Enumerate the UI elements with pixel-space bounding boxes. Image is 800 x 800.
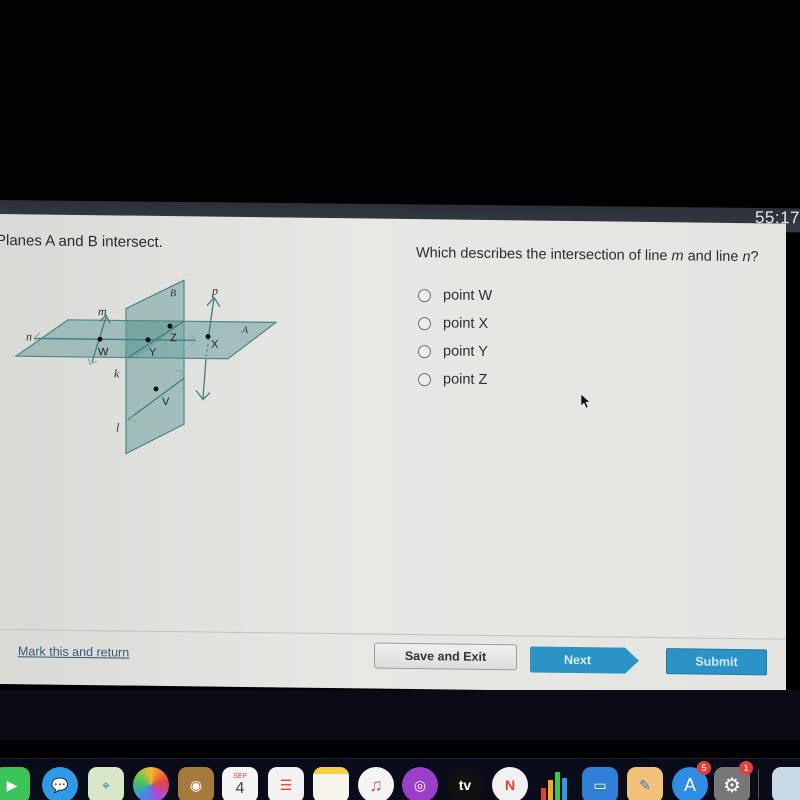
photos-icon[interactable] (133, 767, 169, 800)
bar-chart-icon (541, 772, 567, 800)
messages-icon[interactable]: 💬 (42, 767, 78, 800)
option-label: point X (443, 315, 489, 332)
radio-button[interactable] (418, 316, 431, 330)
mark-and-return-link[interactable]: Mark this and return (18, 644, 129, 659)
answer-options: point W point X point Y point Z (418, 281, 492, 394)
question-prompt: Planes A and B intersect. (0, 232, 163, 252)
question-text: Which describes the intersection of line… (416, 245, 759, 265)
podcasts-icon[interactable]: ◎ (402, 767, 438, 800)
music-icon[interactable]: ♫ (358, 767, 394, 800)
label-p: p (211, 284, 218, 298)
radio-button[interactable] (418, 372, 431, 386)
screen-bezel-top (0, 0, 800, 200)
mouse-cursor-icon (580, 393, 591, 409)
apple-tv-icon[interactable]: tv (447, 767, 483, 800)
question-part: Which describes the intersection of line (416, 245, 672, 265)
facetime-icon[interactable]: ▶ (0, 767, 30, 800)
footer-divider (0, 629, 786, 640)
system-preferences-badge: 1 (739, 761, 753, 775)
label-z: Z (170, 332, 177, 344)
label-v: V (162, 396, 170, 408)
notes-icon[interactable] (313, 767, 349, 800)
submit-button[interactable]: Submit (666, 648, 767, 676)
prompt-text: Planes A and B intersect. (0, 231, 163, 251)
option-point-z[interactable]: point Z (418, 365, 492, 394)
contacts-icon[interactable]: ◉ (178, 767, 214, 800)
keynote-icon[interactable]: ▭ (582, 767, 618, 800)
reminders-icon[interactable]: ☰ (268, 767, 304, 800)
question-part: and line (683, 248, 743, 266)
maps-icon[interactable]: ⌖ (88, 767, 124, 800)
option-label: point Z (443, 371, 488, 388)
dock-separator (758, 769, 759, 799)
macos-dock: ▶ 💬 ⌖ ◉ SEP 4 ☰ ♫ ◎ tv N ▭ ✎ A 5 ⚙ 1 (0, 758, 800, 800)
label-k: k (114, 366, 120, 380)
option-point-w[interactable]: point W (418, 281, 492, 310)
label-w: W (98, 346, 109, 358)
option-point-x[interactable]: point X (418, 309, 492, 338)
tv-label: tv (458, 777, 472, 793)
calendar-icon[interactable]: SEP 4 (222, 767, 258, 800)
screen-bezel-bottom (0, 690, 800, 740)
label-plane-b: B (170, 288, 176, 299)
option-point-y[interactable]: point Y (418, 337, 492, 366)
calendar-day: 4 (235, 779, 245, 797)
news-icon[interactable]: N (492, 767, 528, 800)
label-plane-a: A (241, 325, 249, 336)
radio-button[interactable] (418, 288, 431, 302)
calendar-month: SEP (232, 772, 247, 780)
question-panel: Planes A and B intersect. B A m n k l p … (0, 214, 786, 694)
system-preferences-icon[interactable]: ⚙ 1 (714, 761, 753, 800)
line-n-var: n (742, 249, 751, 266)
app-store-icon[interactable]: A 5 (672, 761, 711, 800)
label-n: n (26, 329, 32, 343)
preview-icon[interactable] (772, 767, 800, 800)
numbers-icon[interactable] (536, 767, 572, 800)
label-l: l (116, 420, 120, 434)
label-m: m (98, 304, 107, 318)
label-x: X (211, 339, 219, 351)
next-button[interactable]: Next (530, 646, 625, 674)
app-store-badge: 5 (697, 761, 711, 775)
option-label: point W (443, 287, 493, 305)
option-label: point Y (443, 343, 488, 360)
plane-b (125, 279, 185, 455)
planes-diagram: B A m n k l p W X Y Z V (14, 279, 278, 455)
label-y: Y (149, 347, 157, 359)
pages-icon[interactable]: ✎ (627, 767, 663, 800)
line-p-lower (202, 358, 207, 399)
radio-button[interactable] (418, 344, 431, 358)
save-and-exit-button[interactable]: Save and Exit (374, 642, 517, 671)
question-part: ? (750, 249, 759, 266)
line-m-var: m (671, 248, 684, 265)
